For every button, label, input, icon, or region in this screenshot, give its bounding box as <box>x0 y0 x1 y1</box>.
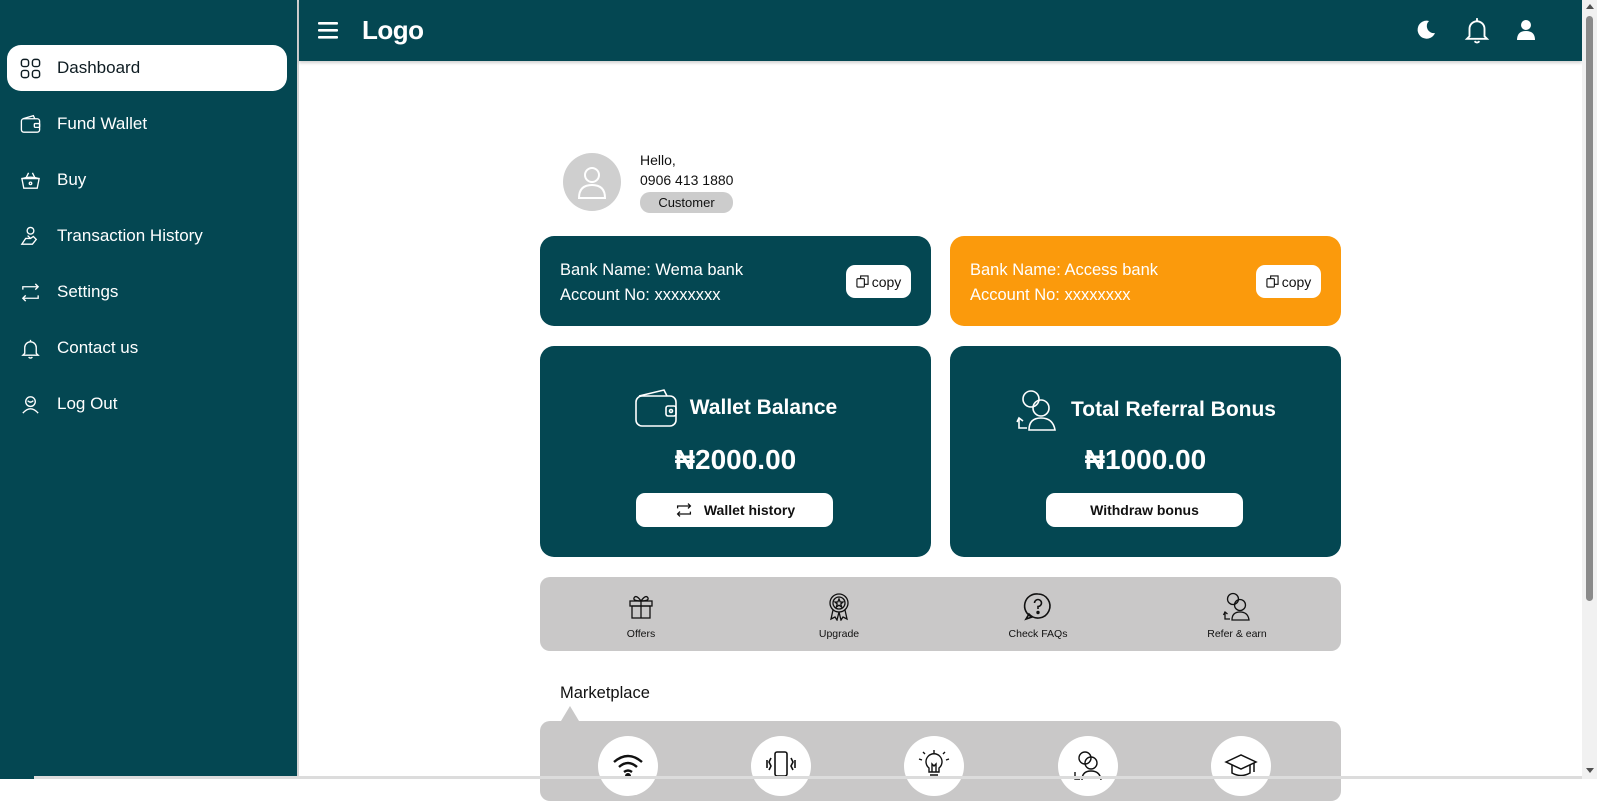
account-number: Account No: xxxxxxxx <box>970 286 1131 304</box>
scroll-up-icon[interactable] <box>1586 4 1594 9</box>
wallet-history-button[interactable]: Wallet history <box>636 493 833 527</box>
marketplace-item-electricity[interactable] <box>904 736 964 796</box>
referral-bonus-card: Total Referral Bonus ₦1000.00 Withdraw b… <box>950 346 1341 557</box>
menu-icon[interactable] <box>317 18 339 42</box>
sidebar-item-log-out[interactable]: Log Out <box>7 381 287 427</box>
wallet-balance-amount: ₦2000.00 <box>674 444 797 475</box>
sidebar-item-settings[interactable]: Settings <box>7 269 287 315</box>
withdraw-bonus-label: Withdraw bonus <box>1090 502 1199 518</box>
top-bar: Logo <box>299 0 1582 61</box>
sidebar-item-label: Buy <box>57 170 87 189</box>
bank-name: Bank Name: Access bank <box>970 261 1159 279</box>
marketplace-item-airtime[interactable] <box>751 736 811 796</box>
marketplace-pointer <box>561 706 579 721</box>
copy-icon <box>1266 275 1279 288</box>
sidebar-item-transaction-history[interactable]: Transaction History <box>7 213 287 259</box>
exchange-icon <box>676 503 692 517</box>
quick-link-label: Check FAQs <box>1008 628 1068 640</box>
bell-icon[interactable] <box>1461 14 1493 46</box>
sidebar-item-label: Fund Wallet <box>57 114 148 133</box>
exchange-icon <box>18 280 42 304</box>
marketplace-item-referral[interactable] <box>1058 736 1118 796</box>
quick-links: Offers Upgrade Check FAQs Refer & earn <box>540 577 1341 651</box>
bank-name: Bank Name: Wema bank <box>560 261 744 279</box>
marketplace-title: Marketplace <box>560 684 650 702</box>
quick-link-check-faqs[interactable]: Check FAQs <box>993 591 1083 640</box>
sidebar-item-dashboard[interactable]: Dashboard <box>7 45 287 91</box>
copy-label: copy <box>871 273 902 290</box>
wallet-history-label: Wallet history <box>703 502 796 518</box>
wallet-balance-card: Wallet Balance ₦2000.00 Wallet history <box>540 346 931 557</box>
quick-link-refer-earn[interactable]: Refer & earn <box>1192 591 1282 640</box>
question-icon <box>1023 593 1051 621</box>
account-number: Account No: xxxxxxxx <box>560 286 721 304</box>
copy-button[interactable]: copy <box>1256 265 1321 298</box>
copy-icon <box>856 275 869 288</box>
sidebar-divider <box>297 0 299 779</box>
wallet-balance-title: Wallet Balance <box>689 396 838 419</box>
sidebar-item-label: Settings <box>57 282 119 301</box>
sidebar-item-label: Contact us <box>57 338 139 357</box>
quick-link-label: Refer & earn <box>1207 628 1267 640</box>
withdraw-bonus-button[interactable]: Withdraw bonus <box>1046 493 1243 527</box>
quick-link-label: Offers <box>626 628 656 640</box>
refer-icon <box>1016 390 1056 431</box>
gift-icon <box>629 595 653 619</box>
wallet-icon <box>634 389 677 427</box>
user-out-icon <box>18 392 42 416</box>
sidebar-item-label: Log Out <box>57 394 118 413</box>
copy-label: copy <box>1281 273 1312 290</box>
refer-icon <box>1222 592 1250 621</box>
role-badge: Customer <box>640 192 733 213</box>
sidebar: Dashboard Fund Wallet Buy Transaction Hi… <box>0 0 297 779</box>
marketplace-item-data[interactable] <box>598 736 658 796</box>
moon-icon[interactable] <box>1410 14 1442 46</box>
wallet-icon <box>18 112 42 136</box>
quick-link-offers[interactable]: Offers <box>596 591 686 640</box>
referral-bonus-title: Total Referral Bonus <box>1071 398 1276 421</box>
sidebar-item-label: Dashboard <box>57 58 141 77</box>
copy-button[interactable]: copy <box>846 265 911 298</box>
marketplace-panel <box>540 721 1341 801</box>
bank-card-access: Bank Name: Access bank Account No: xxxxx… <box>950 236 1341 326</box>
quick-link-label: Upgrade <box>818 628 860 640</box>
sidebar-item-label: Transaction History <box>57 226 203 245</box>
sidebar-item-buy[interactable]: Buy <box>7 157 287 203</box>
grid-icon <box>18 56 42 80</box>
award-icon <box>829 593 849 622</box>
phone-number: 0906 413 1880 <box>640 172 734 188</box>
hand-coin-icon <box>18 224 42 248</box>
logo[interactable]: Logo <box>362 15 424 46</box>
sidebar-item-contact-us[interactable]: Contact us <box>7 325 287 371</box>
referral-bonus-amount: ₦1000.00 <box>1084 444 1207 475</box>
marketplace-item-education[interactable] <box>1211 736 1271 796</box>
user-icon[interactable] <box>1510 14 1542 46</box>
avatar <box>563 153 621 211</box>
vertical-scrollbar[interactable] <box>1582 0 1597 779</box>
bell-icon <box>18 336 42 360</box>
scroll-down-icon[interactable] <box>1586 768 1594 773</box>
sidebar-item-fund-wallet[interactable]: Fund Wallet <box>7 101 287 147</box>
greeting: Hello, <box>640 152 676 168</box>
scrollbar-thumb[interactable] <box>1586 16 1593 601</box>
bank-card-wema: Bank Name: Wema bank Account No: xxxxxxx… <box>540 236 931 326</box>
basket-icon <box>18 168 42 192</box>
quick-link-upgrade[interactable]: Upgrade <box>794 591 884 640</box>
